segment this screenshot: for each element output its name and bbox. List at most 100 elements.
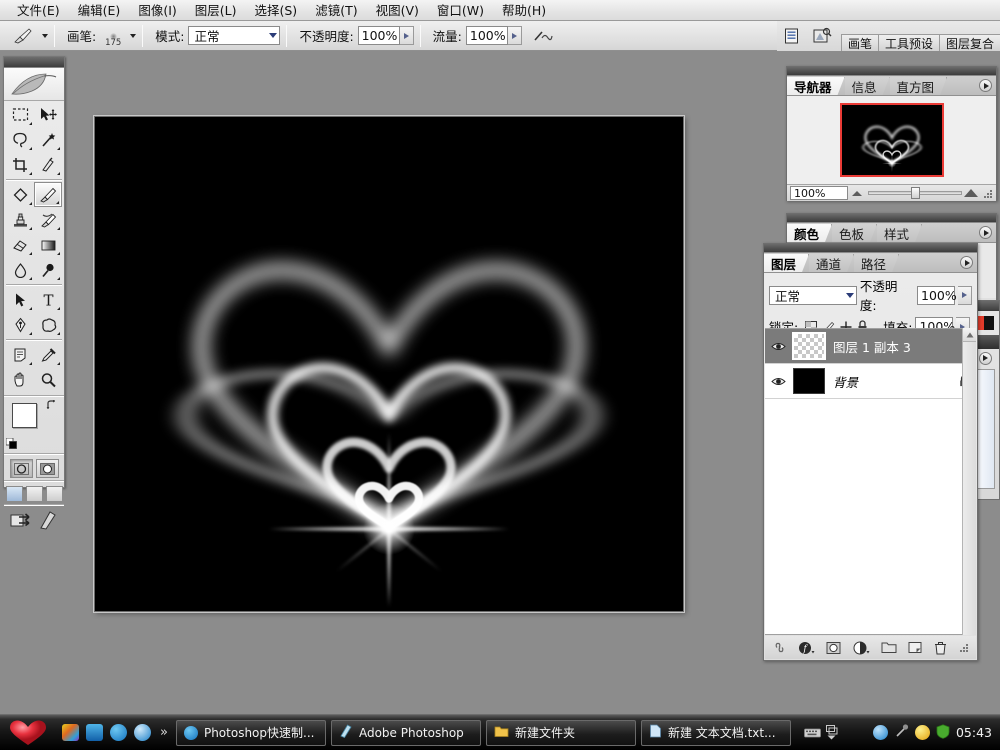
full-screen-mode-button[interactable] — [45, 486, 63, 502]
blur-tool[interactable] — [6, 257, 34, 282]
flow-slider-button[interactable] — [507, 26, 522, 45]
heart-start-button[interactable] — [0, 719, 56, 747]
navigator-zoom-slider[interactable] — [852, 186, 978, 200]
swap-colors-icon[interactable] — [46, 400, 58, 412]
lasso-tool[interactable] — [6, 127, 34, 152]
layer-thumbnail[interactable] — [789, 368, 829, 394]
foreground-color-swatch[interactable] — [12, 403, 37, 428]
zoom-in-icon[interactable] — [964, 189, 978, 197]
document-window[interactable] — [94, 116, 684, 612]
notes-tool[interactable] — [6, 342, 34, 367]
edge-panel-scrollbar[interactable] — [975, 369, 995, 489]
layers-scrollbar[interactable] — [962, 328, 976, 635]
new-layer-icon[interactable] — [908, 641, 923, 654]
well-tab-layer-comps[interactable]: 图层复合 — [938, 34, 1000, 51]
zoom-tool[interactable] — [34, 367, 62, 392]
table-row[interactable]: 背景 — [765, 364, 976, 399]
tab-layers[interactable]: 图层 — [764, 254, 809, 272]
menu-edit[interactable]: 编辑(E) — [69, 0, 130, 22]
table-row[interactable]: 图层 1 副本 3 — [765, 329, 976, 364]
eyedropper-tool[interactable] — [34, 342, 62, 367]
taskbar-window-text-file[interactable]: 新建 文本文档.txt... — [640, 719, 791, 746]
menu-help[interactable]: 帮助(H) — [493, 0, 555, 22]
ql-maxthon-icon[interactable] — [110, 724, 127, 741]
adjustment-layer-icon[interactable] — [853, 641, 870, 655]
brush-tool[interactable] — [34, 182, 62, 207]
layer-name[interactable]: 图层 1 副本 3 — [829, 337, 952, 356]
layer-opacity-input[interactable]: 100% — [917, 285, 957, 305]
taskbar-clock[interactable]: 05:43 — [956, 725, 992, 740]
navigator-zoom-input[interactable]: 100% — [790, 186, 848, 200]
menu-file[interactable]: 文件(E) — [8, 0, 69, 22]
tab-paths[interactable]: 路径 — [854, 254, 899, 272]
standard-screen-mode-button[interactable] — [5, 486, 23, 502]
palette-dock-icon[interactable] — [777, 25, 807, 47]
menu-window[interactable]: 窗口(W) — [428, 0, 493, 22]
layer-visibility-toggle[interactable] — [767, 341, 789, 352]
tab-histogram[interactable]: 直方图 — [890, 77, 948, 95]
navigator-panel-menu-icon[interactable] — [979, 79, 992, 92]
tab-color[interactable]: 颜色 — [787, 224, 832, 242]
ql-editor-icon[interactable] — [86, 724, 103, 741]
layer-blend-mode-select[interactable]: 正常 — [769, 285, 857, 305]
quick-mask-mode-button[interactable] — [35, 459, 59, 478]
navigator-thumbnail[interactable] — [839, 103, 944, 177]
healing-brush-tool[interactable] — [6, 182, 34, 207]
navigator-resize-grip[interactable] — [982, 188, 993, 199]
layers-list[interactable]: 图层 1 副本 3 背景 — [765, 328, 976, 635]
color-panel-menu-icon[interactable] — [979, 226, 992, 239]
tab-navigator[interactable]: 导航器 — [787, 77, 845, 95]
brush-size-preview[interactable]: 175 — [100, 24, 126, 48]
brush-tool-icon[interactable] — [8, 25, 38, 47]
layer-mask-icon[interactable] — [826, 641, 842, 655]
zoom-slider-knob[interactable] — [911, 187, 920, 199]
tab-styles[interactable]: 样式 — [877, 224, 922, 242]
shape-tool[interactable] — [34, 312, 62, 337]
shield-tray-icon[interactable] — [936, 723, 950, 742]
slice-tool[interactable] — [34, 152, 62, 177]
color-panel-grip[interactable] — [787, 214, 996, 223]
layer-thumbnail[interactable] — [789, 332, 829, 360]
menu-view[interactable]: 视图(V) — [367, 0, 428, 22]
quick-launch-overflow-icon[interactable]: » — [160, 725, 168, 740]
brush-picker-chevron-icon[interactable] — [130, 33, 137, 38]
clone-stamp-tool[interactable] — [6, 207, 34, 232]
move-tool[interactable] — [34, 102, 62, 127]
glowing-hearts-artwork[interactable] — [95, 117, 683, 611]
link-layers-icon[interactable] — [772, 641, 787, 654]
flow-input[interactable]: 100% — [465, 26, 508, 45]
kingsoft-tray-icon[interactable] — [872, 725, 888, 740]
taskbar-window-photoshop-tutorial[interactable]: Photoshop快速制... — [175, 719, 326, 746]
toolbox-titlebar[interactable] — [4, 57, 64, 68]
gradient-tool[interactable] — [34, 232, 62, 257]
ime-switch-icon[interactable] — [825, 725, 838, 740]
taskbar-window-new-folder[interactable]: 新建文件夹 — [485, 719, 636, 746]
crop-tool[interactable] — [6, 152, 34, 177]
ql-colorful-icon[interactable] — [62, 724, 79, 741]
keyboard-icon[interactable] — [804, 727, 821, 739]
layer-name[interactable]: 背景 — [829, 372, 952, 391]
standard-mode-button[interactable] — [9, 459, 33, 478]
layers-panel-menu-icon[interactable] — [960, 256, 973, 269]
file-browser-icon[interactable] — [807, 25, 837, 47]
opacity-slider-button[interactable] — [399, 26, 414, 45]
full-screen-menubar-mode-button[interactable] — [25, 486, 43, 502]
default-colors-icon[interactable] — [6, 438, 17, 449]
navigator-panel-grip[interactable] — [787, 67, 996, 76]
layer-visibility-toggle[interactable] — [767, 376, 789, 387]
new-group-icon[interactable] — [881, 641, 897, 654]
well-tab-brushes[interactable]: 画笔 — [840, 34, 879, 51]
layers-resize-grip[interactable] — [958, 642, 969, 653]
layer-style-icon[interactable]: f — [798, 641, 815, 655]
brush-preset-chevron-icon[interactable] — [42, 33, 48, 38]
antivirus-tray-icon[interactable] — [914, 725, 930, 740]
well-tab-tool-presets[interactable]: 工具预设 — [877, 34, 940, 51]
pen-tool[interactable] — [6, 312, 34, 337]
zoom-out-icon[interactable] — [852, 190, 862, 196]
ql-kingsoft-icon[interactable] — [134, 724, 151, 741]
layers-panel-grip[interactable] — [764, 244, 977, 253]
dodge-tool[interactable] — [34, 257, 62, 282]
menu-filter[interactable]: 滤镜(T) — [306, 0, 366, 22]
navigator-preview-area[interactable] — [787, 96, 996, 184]
airbrush-icon[interactable] — [528, 25, 558, 47]
